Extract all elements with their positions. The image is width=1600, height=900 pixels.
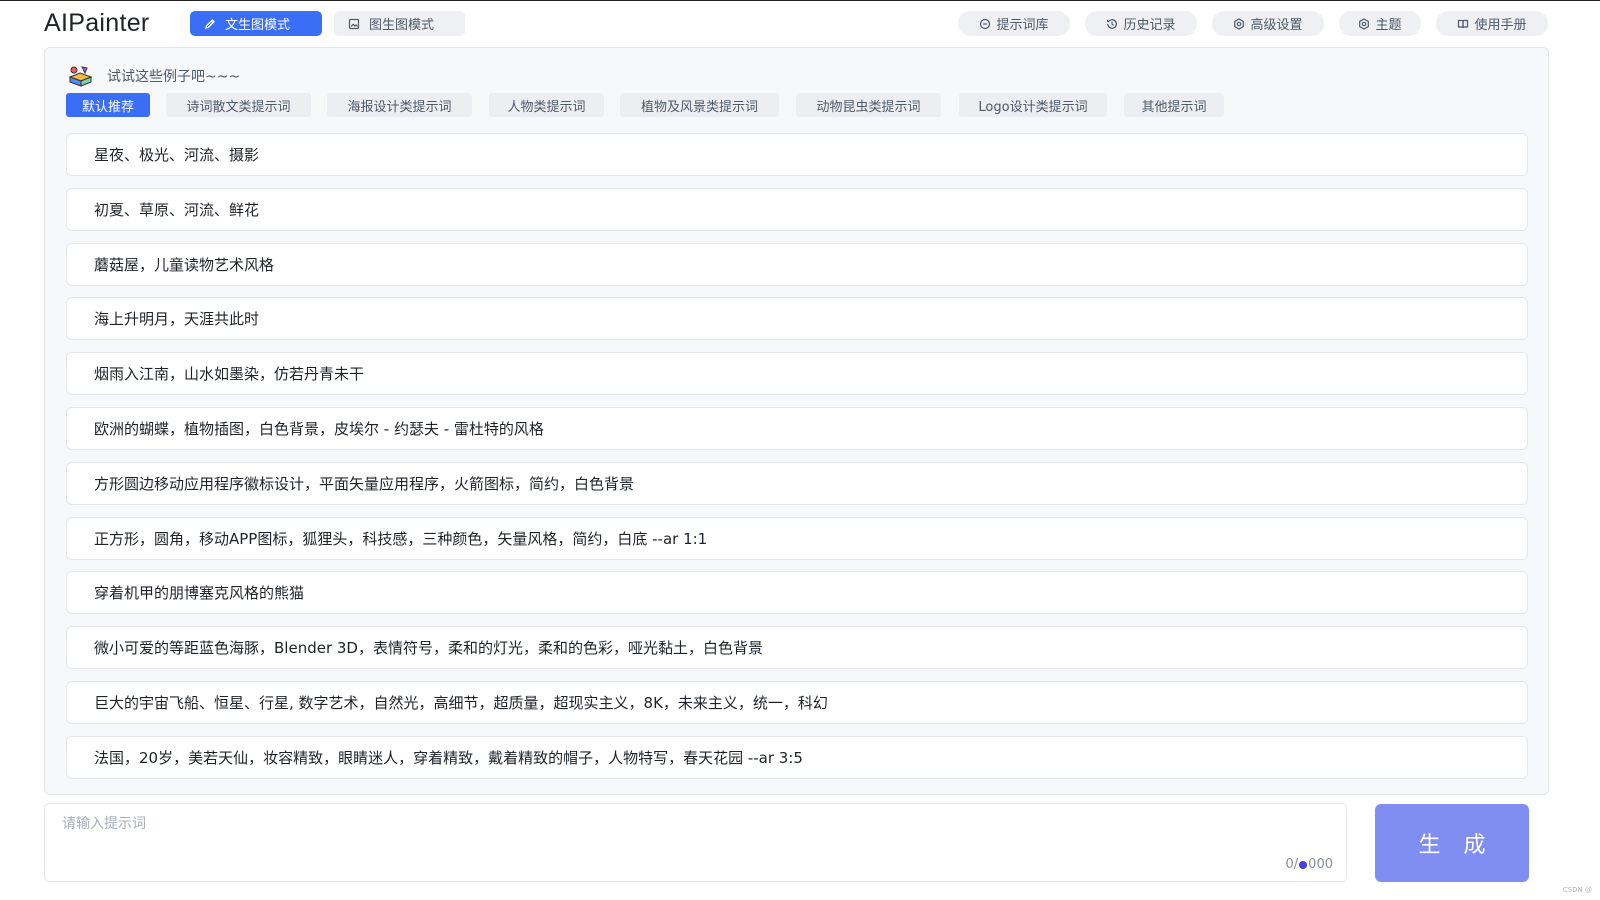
tab-label: 动物昆虫类提示词 [816, 99, 921, 115]
top-border-line [0, 0, 1600, 1]
examples-hint: 试试这些例子吧~~~ [67, 64, 240, 88]
history-label: 历史记录 [1123, 18, 1176, 33]
header: AIPainter 文生图模式 图生图模式 提示词库 历史记录 高级设置 主题 … [44, 7, 1549, 41]
example-prompt-item[interactable]: 欧洲的蝴蝶，植物插图，白色背景，皮埃尔 - 约瑟夫 - 雷杜特的风格 [66, 407, 1528, 450]
example-prompt-item[interactable]: 微小可爱的等距蓝色海豚，Blender 3D，表情符号，柔和的灯光，柔和的色彩，… [66, 626, 1528, 669]
example-prompt-item[interactable]: 蘑菇屋，儿童读物艺术风格 [66, 243, 1528, 286]
tab-poster-design[interactable]: 海报设计类提示词 [327, 93, 472, 117]
tab-animals-insects[interactable]: 动物昆虫类提示词 [796, 93, 941, 117]
text-to-image-mode-button[interactable]: 文生图模式 [190, 11, 322, 36]
prompt-library-label: 提示词库 [996, 18, 1049, 33]
prompt-input[interactable] [45, 804, 1346, 881]
examples-panel: 试试这些例子吧~~~ 默认推荐 诗词散文类提示词 海报设计类提示词 人物类提示词… [44, 47, 1549, 795]
example-prompt-item[interactable]: 海上升明月，天涯共此时 [66, 297, 1528, 340]
theme-button[interactable]: 主题 [1339, 11, 1421, 36]
image-to-image-mode-label: 图生图模式 [369, 18, 435, 33]
tab-other[interactable]: 其他提示词 [1124, 93, 1224, 117]
image-icon [348, 18, 360, 29]
pencil-icon [205, 18, 215, 29]
tab-poetry-prose[interactable]: 诗词散文类提示词 [166, 93, 311, 117]
example-prompt-item[interactable]: 星夜、极光、河流、摄影 [66, 133, 1528, 176]
history-icon [1107, 18, 1118, 29]
tab-label: 默认推荐 [81, 99, 134, 115]
tab-label: 其他提示词 [1141, 99, 1207, 115]
character-counter: 0/ 000 [1286, 857, 1333, 872]
tab-label: Logo设计类提示词 [978, 99, 1088, 115]
tab-default-recommend[interactable]: 默认推荐 [66, 93, 150, 117]
generate-button[interactable]: 生 成 [1375, 804, 1529, 882]
user-manual-label: 使用手册 [1474, 18, 1527, 33]
user-manual-button[interactable]: 使用手册 [1436, 11, 1548, 36]
prompt-library-icon [980, 18, 991, 29]
example-prompt-item[interactable]: 方形圆边移动应用程序徽标设计，平面矢量应用程序，火箭图标，简约，白色背景 [66, 462, 1528, 505]
tab-label: 植物及风景类提示词 [640, 99, 758, 115]
counter-max: 000 [1308, 857, 1333, 872]
example-prompt-item[interactable]: 正方形，圆角，移动APP图标，狐狸头，科技感，三种颜色，矢量风格，简约，白底 -… [66, 517, 1528, 560]
advanced-settings-button[interactable]: 高级设置 [1212, 11, 1324, 36]
theme-label: 主题 [1375, 18, 1402, 33]
example-prompt-item[interactable]: 穿着机甲的朋博塞克风格的熊猫 [66, 571, 1528, 614]
tab-label: 诗词散文类提示词 [186, 99, 291, 115]
counter-current: 0/ [1285, 857, 1299, 872]
examples-hint-text: 试试这些例子吧~~~ [107, 69, 241, 85]
example-prompt-item[interactable]: 巨大的宇宙飞船、恒星、行星, 数字艺术，自然光，高细节，超质量，超现实主义，8K… [66, 681, 1528, 724]
image-to-image-mode-button[interactable]: 图生图模式 [334, 11, 465, 36]
app-logo: AIPainter [44, 9, 150, 37]
advanced-settings-label: 高级设置 [1250, 18, 1303, 33]
example-prompt-item[interactable]: 烟雨入江南，山水如墨染，仿若丹青未干 [66, 352, 1528, 395]
text-to-image-mode-label: 文生图模式 [225, 18, 291, 33]
gear-icon [1359, 17, 1370, 30]
tab-label: 海报设计类提示词 [347, 99, 452, 115]
cursor-dot-icon [1299, 860, 1308, 869]
settings-icon [1234, 17, 1245, 30]
example-prompt-item[interactable]: 初夏、草原、河流、鲜花 [66, 188, 1528, 231]
tab-people[interactable]: 人物类提示词 [489, 93, 604, 117]
history-button[interactable]: 历史记录 [1085, 11, 1197, 36]
prompt-library-button[interactable]: 提示词库 [958, 11, 1070, 36]
tab-logo-design[interactable]: Logo设计类提示词 [959, 93, 1107, 117]
tab-plants-scenery[interactable]: 植物及风景类提示词 [620, 93, 779, 117]
book-icon [1458, 19, 1469, 28]
palette-icon [68, 66, 93, 87]
watermark: CSDN @ [1562, 886, 1592, 894]
prompt-input-box: 0/ 000 [44, 803, 1347, 882]
tab-label: 人物类提示词 [507, 99, 586, 115]
example-prompt-item[interactable]: 法国，20岁，美若天仙，妆容精致，眼睛迷人，穿着精致，戴着精致的帽子，人物特写，… [66, 736, 1528, 779]
